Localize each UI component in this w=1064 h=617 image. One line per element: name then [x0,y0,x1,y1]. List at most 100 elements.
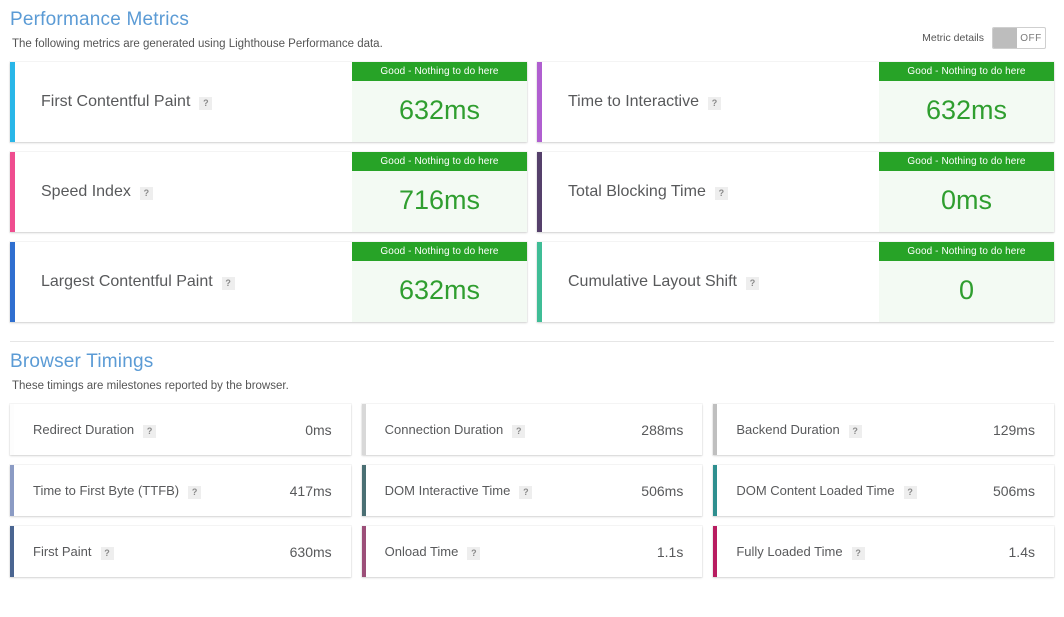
metric-value: 716ms [398,184,481,215]
timing-label-wrap: DOM Content Loaded Time? [717,482,993,500]
metric-card: Speed Index? Good - Nothing to do here 716… [10,152,527,232]
status-badge: Good - Nothing to do here [879,62,1054,81]
timing-value: 506ms [992,482,1035,499]
help-icon[interactable]: ? [199,96,213,110]
timing-value: 630ms [289,543,332,560]
metric-details-label: Metric details [922,32,984,44]
performance-subtitle: The following metrics are generated usin… [12,38,383,50]
help-icon[interactable]: ? [467,547,481,561]
metric-label-wrap: Largest Contentful Paint? [15,242,352,322]
timing-card: First Paint? 630ms [10,526,351,577]
metric-value: 632ms [925,94,1008,125]
timing-label: First Paint [33,543,92,559]
metric-details-toggle-wrap: Metric details OFF [922,0,1054,49]
metric-card: First Contentful Paint? Good - Nothing to… [10,62,527,142]
metric-label: Time to Interactive [568,93,700,110]
timing-label-wrap: Redirect Duration? [14,421,305,439]
metric-label: Speed Index [41,183,131,200]
page-title: Performance Metrics [10,9,190,30]
status-badge: Good - Nothing to do here [352,152,527,171]
browser-timings-title: Browser Timings [10,351,154,372]
help-icon[interactable]: ? [188,486,202,500]
metric-label-wrap: Time to Interactive? [542,62,879,142]
timing-label-wrap: Connection Duration? [366,421,642,439]
help-icon[interactable]: ? [221,276,235,290]
help-icon[interactable]: ? [848,425,862,439]
timing-card: Fully Loaded Time? 1.4s [713,526,1054,577]
timing-label: Time to First Byte (TTFB) [33,482,180,498]
help-icon[interactable]: ? [903,486,917,500]
performance-heading-block: Performance Metrics The following metric… [10,0,383,50]
timing-label-wrap: Backend Duration? [717,421,993,439]
help-icon[interactable]: ? [708,96,722,110]
timing-label: DOM Content Loaded Time [736,482,895,498]
metric-value-box: Good - Nothing to do here 632ms [352,242,527,322]
timing-card: DOM Content Loaded Time? 506ms [713,465,1054,516]
metric-card: Time to Interactive? Good - Nothing to do… [537,62,1054,142]
metric-value-box: Good - Nothing to do here 632ms [352,62,527,142]
timing-card: Connection Duration? 288ms [361,404,703,455]
timing-card: Time to First Byte (TTFB)? 417ms [10,465,351,516]
metric-value: 0 [958,274,975,305]
metric-value: 0ms [940,184,992,215]
metric-value: 632ms [398,94,481,125]
performance-report-page: Performance Metrics The following metric… [0,0,1064,617]
timing-label-wrap: Fully Loaded Time? [717,543,1008,561]
timing-value: 1.4s [1008,543,1035,560]
timing-value: 288ms [641,421,684,438]
status-badge: Good - Nothing to do here [879,242,1054,261]
metric-value-box: Good - Nothing to do here 0ms [879,152,1054,232]
browser-timings-section: Browser Timings These timings are milest… [0,342,1064,577]
timing-value: 417ms [289,482,332,499]
toggle-knob[interactable] [993,28,1017,48]
performance-header-row: Performance Metrics The following metric… [10,0,1054,50]
metric-label-wrap: First Contentful Paint? [15,62,352,142]
timing-value: 506ms [641,482,684,499]
timing-label-wrap: DOM Interactive Time? [366,482,642,500]
help-icon[interactable]: ? [851,547,865,561]
timing-card: Onload Time? 1.1s [361,526,703,577]
metric-cards-grid: First Contentful Paint? Good - Nothing to… [10,62,1054,322]
help-icon[interactable]: ? [512,425,526,439]
metric-value-box: Good - Nothing to do here 632ms [879,62,1054,142]
help-icon[interactable]: ? [745,276,759,290]
timing-label-wrap: Time to First Byte (TTFB)? [14,482,290,500]
timing-card: DOM Interactive Time? 506ms [361,465,703,516]
timing-label-wrap: First Paint? [14,543,290,561]
metric-label: Cumulative Layout Shift [568,273,737,290]
metric-value-box: Good - Nothing to do here 0 [879,242,1054,322]
timing-value: 0ms [305,421,332,438]
timing-card: Redirect Duration? 0ms [10,404,351,455]
timing-value: 1.1s [656,543,684,560]
metric-card: Largest Contentful Paint? Good - Nothing … [10,242,527,322]
status-badge: Good - Nothing to do here [352,62,527,81]
metric-label: Largest Contentful Paint [41,273,213,290]
timing-label-wrap: Onload Time? [366,543,657,561]
timing-label: Redirect Duration [33,421,135,437]
timing-label: DOM Interactive Time [384,482,511,498]
help-icon[interactable]: ? [143,425,157,439]
help-icon[interactable]: ? [714,186,728,200]
metric-label-wrap: Total Blocking Time? [542,152,879,232]
metric-details-toggle[interactable]: OFF [992,27,1046,49]
timing-label: Backend Duration [736,421,840,437]
metric-card: Total Blocking Time? Good - Nothing to do… [537,152,1054,232]
timing-card: Backend Duration? 129ms [713,404,1054,455]
help-icon[interactable]: ? [519,486,533,500]
status-badge: Good - Nothing to do here [879,152,1054,171]
timing-label: Connection Duration [384,421,504,437]
metric-value: 632ms [398,274,481,305]
timing-label: Fully Loaded Time [736,543,843,559]
timing-value: 129ms [992,421,1035,438]
metric-label: First Contentful Paint [41,93,191,110]
timing-label: Onload Time [384,543,459,559]
toggle-state-label: OFF [1020,32,1042,44]
status-badge: Good - Nothing to do here [352,242,527,261]
metric-label: Total Blocking Time [568,183,706,200]
help-icon[interactable]: ? [139,186,153,200]
metric-label-wrap: Cumulative Layout Shift? [542,242,879,322]
browser-timings-subtitle: These timings are milestones reported by… [12,380,289,392]
performance-metrics-section: Performance Metrics The following metric… [0,0,1064,322]
help-icon[interactable]: ? [100,547,114,561]
metric-card: Cumulative Layout Shift? Good - Nothing t… [537,242,1054,322]
